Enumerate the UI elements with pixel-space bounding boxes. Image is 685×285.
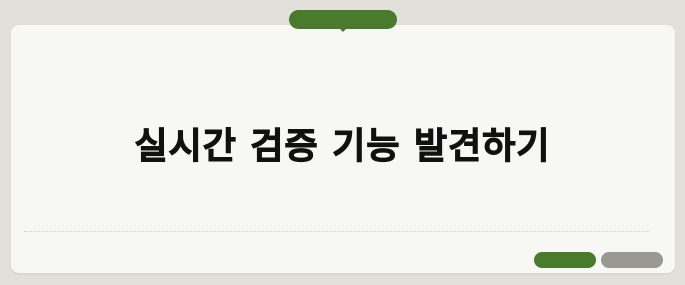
dotted-divider bbox=[24, 231, 650, 232]
top-tab-indicator bbox=[289, 10, 397, 29]
primary-pill-button[interactable] bbox=[534, 252, 596, 268]
secondary-pill-button[interactable] bbox=[601, 252, 663, 268]
page-title: 실시간 검증 기능 발견하기 bbox=[134, 126, 551, 168]
tab-pointer-icon bbox=[339, 28, 347, 32]
